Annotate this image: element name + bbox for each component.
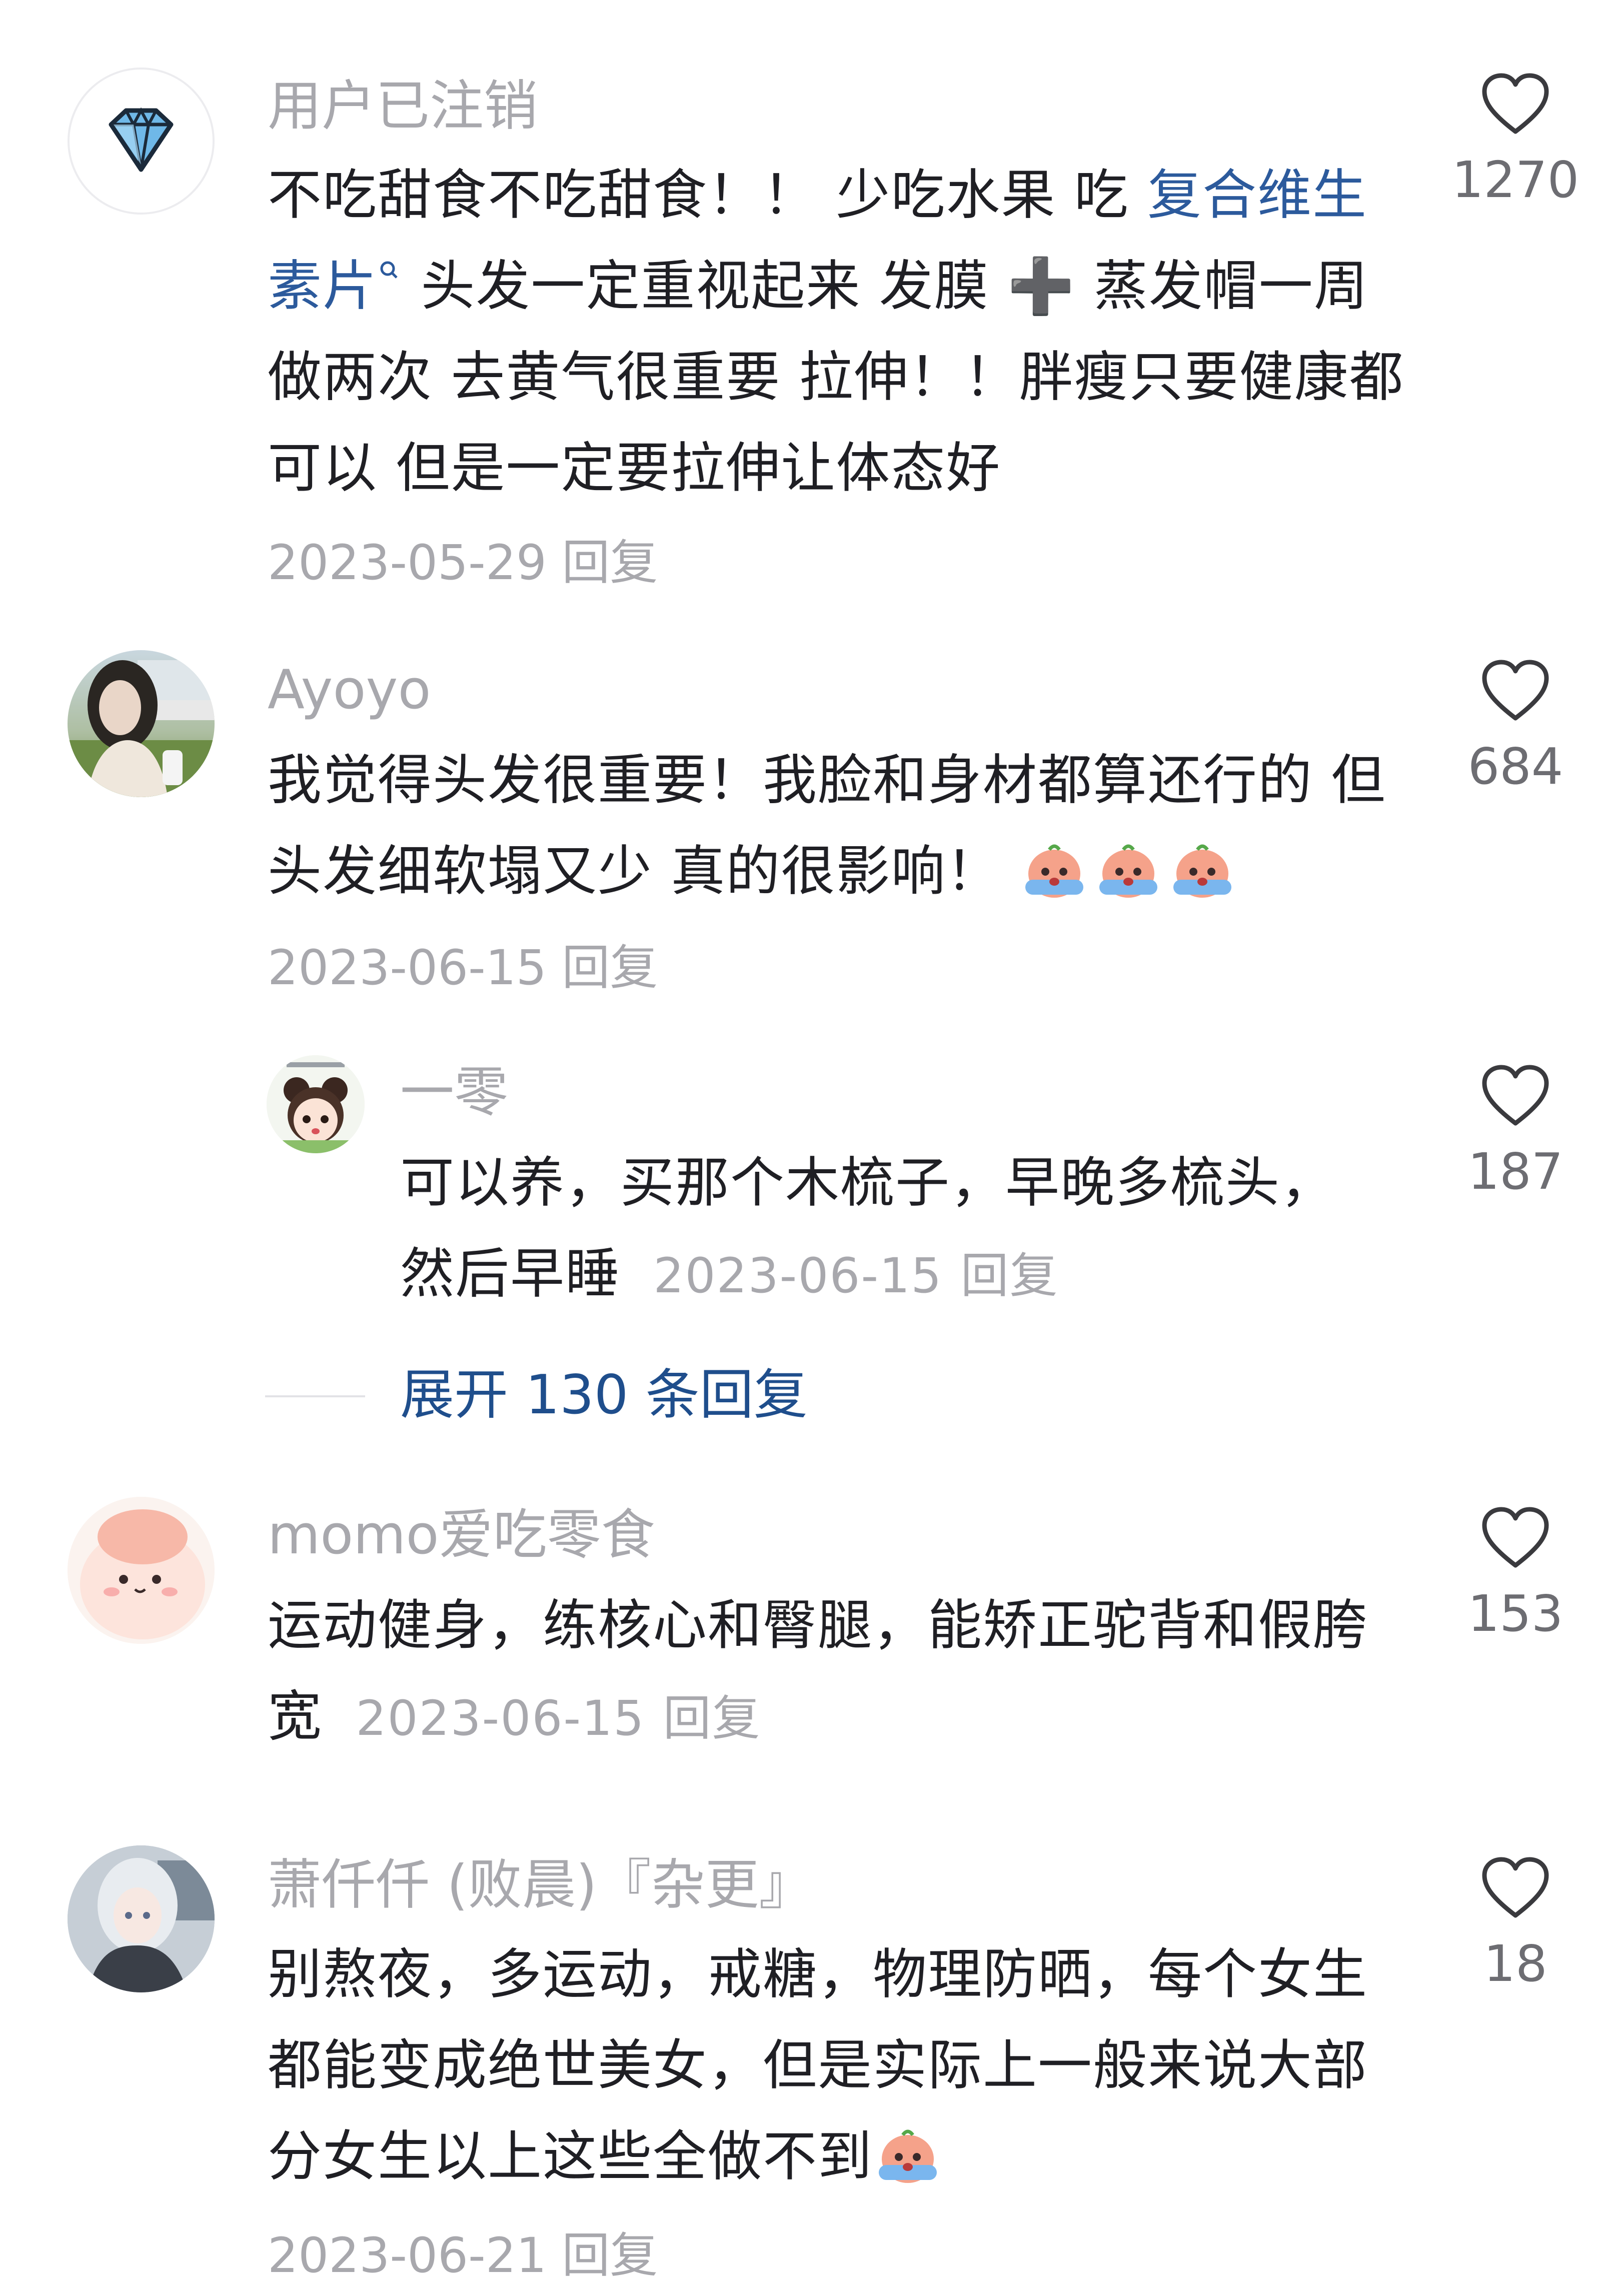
comment-date: 2023-06-15 — [356, 1690, 645, 1746]
comment-text-part: 别熬夜，多运动，戒糖，物理防晒，每个女生都能变成绝世美女，但是实际上一般来说大部… — [268, 1943, 1368, 2188]
diamond-icon — [109, 107, 174, 172]
heart-icon[interactable] — [1480, 1064, 1550, 1129]
avatar[interactable] — [68, 650, 215, 797]
username[interactable]: 萧仟仟 (败晨)『杂更』 — [268, 1853, 813, 1918]
heart-icon[interactable] — [1480, 659, 1550, 724]
like-button[interactable]: 1270 — [1425, 73, 1605, 213]
reply-button[interactable]: 回复 — [562, 535, 658, 591]
reply-button[interactable]: 回复 — [663, 1690, 761, 1746]
like-count: 187 — [1467, 1142, 1563, 1201]
like-count: 1270 — [1451, 151, 1579, 209]
heart-icon[interactable] — [1480, 73, 1550, 138]
crying-emoji — [1099, 844, 1157, 898]
expand-replies-label[interactable]: 展开 130 条回复 — [400, 1355, 808, 1435]
reply-button[interactable]: 回复 — [961, 1248, 1059, 1304]
username[interactable]: 一零 — [400, 1060, 508, 1125]
divider — [265, 1395, 365, 1397]
cartoon-girl-avatar — [267, 1055, 365, 1153]
comment-text: 不吃甜食不吃甜食！！ 少吃水果 吃 复合维生素片 头发一定重视起来 发膜 ➕ 蒸… — [268, 150, 1418, 514]
heart-icon[interactable] — [1480, 1856, 1550, 1921]
username[interactable]: 用户已注销 — [268, 74, 538, 139]
reply-button[interactable]: 回复 — [562, 940, 658, 996]
like-button[interactable]: 187 — [1425, 1064, 1605, 1204]
reply-button[interactable]: 回复 — [562, 2227, 658, 2283]
avatar[interactable] — [68, 68, 215, 215]
comment-meta: 2023-06-15 回复 — [268, 935, 658, 1000]
reply-text: 可以养，买那个木梳子，早晚多梳头，然后早睡 2023-06-15 回复 — [400, 1138, 1380, 1321]
user-photo-avatar — [68, 660, 215, 797]
like-count: 18 — [1483, 1934, 1547, 1993]
reply-date: 2023-06-15 — [653, 1248, 943, 1304]
comment-text: 运动健身，练核心和臀腿，能矫正驼背和假胯宽 2023-06-15 回复 — [268, 1580, 1418, 1764]
comment-text-part: 头发一定重视起来 发膜 ➕ 蒸发帽一周做两次 去黄气很重要 拉伸！！胖瘦只要健康… — [268, 255, 1404, 500]
like-button[interactable]: 684 — [1425, 659, 1605, 799]
crying-emoji — [1025, 844, 1083, 898]
comment-text: 别熬夜，多运动，戒糖，物理防晒，每个女生都能变成绝世美女，但是实际上一般来说大部… — [268, 1929, 1418, 2202]
username[interactable]: Ayoyo — [268, 658, 431, 723]
like-button[interactable]: 18 — [1425, 1856, 1605, 1996]
heart-icon[interactable] — [1480, 1506, 1550, 1571]
crying-emoji — [1173, 844, 1231, 898]
avatar[interactable] — [68, 1497, 215, 1644]
search-icon[interactable] — [378, 259, 403, 289]
crying-emoji — [879, 2129, 937, 2183]
comment-text-part: 不吃甜食不吃甜食！！ 少吃水果 吃 — [268, 164, 1147, 227]
anime-girl-avatar — [68, 1845, 215, 1992]
comment-date: 2023-06-21 — [268, 2227, 547, 2283]
avatar[interactable] — [267, 1055, 365, 1153]
comment-text: 我觉得头发很重要！我脸和身材都算还行的 但头发细软塌又少 真的很影响！ — [268, 735, 1418, 917]
cartoon-peach-avatar — [68, 1497, 215, 1644]
comment-date: 2023-06-15 — [268, 940, 547, 996]
like-count: 684 — [1467, 737, 1563, 796]
comment-meta: 2023-06-21 回复 — [268, 2223, 658, 2288]
like-count: 153 — [1467, 1584, 1563, 1643]
username[interactable]: momo爱吃零食 — [268, 1503, 655, 1568]
comment-date: 2023-05-29 — [268, 535, 547, 591]
avatar[interactable] — [68, 1845, 215, 1992]
comment-meta: 2023-05-29 回复 — [268, 530, 658, 595]
like-button[interactable]: 153 — [1425, 1506, 1605, 1646]
